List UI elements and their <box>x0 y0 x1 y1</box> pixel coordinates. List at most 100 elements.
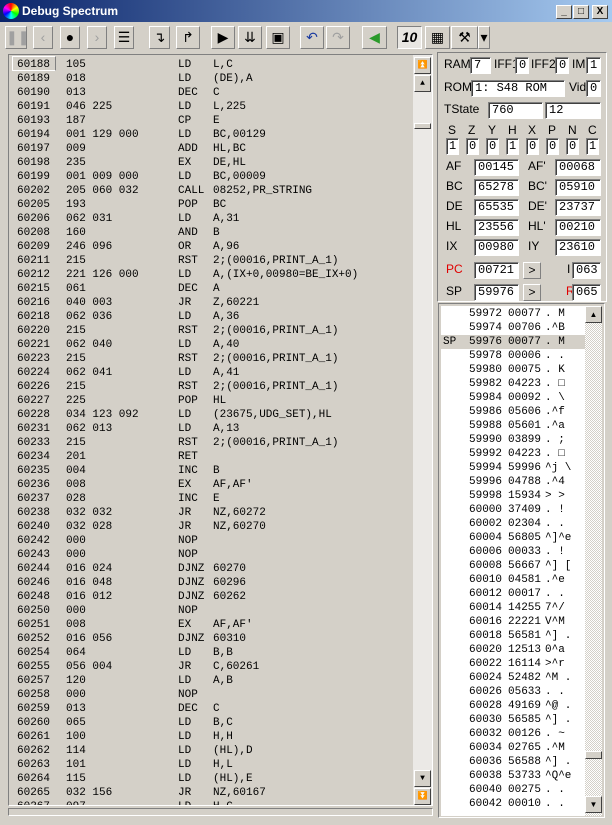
page-up-button[interactable]: ⏫ <box>414 57 431 74</box>
register-bc-alt-field[interactable]: 05910 <box>555 179 601 196</box>
disassembly-row[interactable]: 60190 013 DEC C <box>9 86 409 100</box>
rom-field[interactable]: 1: S48 ROM <box>471 80 565 97</box>
disassembly-row[interactable]: 60259 013 DEC C <box>9 702 409 716</box>
goto-sp-button[interactable]: > <box>523 284 541 301</box>
stack-row[interactable]: 60030 56585 ^] . <box>441 713 585 727</box>
disassembly-row[interactable]: 60264 115 LD (HL),E <box>9 772 409 786</box>
disassembly-row[interactable]: 60250 000 NOP <box>9 604 409 618</box>
disassembly-row[interactable]: 60263 101 LD H,L <box>9 758 409 772</box>
tools-dropdown[interactable]: ▾ <box>478 26 490 49</box>
stack-row[interactable]: 60028 49169 ^@ . <box>441 699 585 713</box>
register-af-alt-field[interactable]: 00068 <box>555 159 601 176</box>
stack-row[interactable]: 59988 05601 .^a <box>441 419 585 433</box>
disassembly-row[interactable]: 60242 000 NOP <box>9 534 409 548</box>
disassembly-row[interactable]: 60252 016 056 DJNZ 60310 <box>9 632 409 646</box>
pc-field[interactable]: 00721 <box>474 262 519 279</box>
register-af-field[interactable]: 00145 <box>474 159 519 176</box>
stack-view[interactable]: 59972 00077. M 59974 00706 .^B SP 59976 00077. … <box>441 306 585 816</box>
disassembly-row[interactable]: 60221 062 040 LD A,40 <box>9 338 409 352</box>
scroll-down-button[interactable]: ▼ <box>414 770 431 787</box>
disassembly-row[interactable]: 60235 004 INC B <box>9 464 409 478</box>
disassembly-row[interactable]: 60240 032 028 JR NZ,60270 <box>9 520 409 534</box>
stack-scrollbar[interactable]: ▲ ▼ <box>585 306 602 816</box>
run-to-button[interactable]: ⇊ <box>238 26 262 49</box>
flag-x-field[interactable]: 0 <box>526 138 539 155</box>
step-back-button[interactable]: ‹ <box>33 26 53 49</box>
disassembly-row[interactable]: 60243 000 NOP <box>9 548 409 562</box>
breakpoint-button[interactable]: ● <box>60 26 80 49</box>
disassembly-row[interactable]: 60189 018 LD (DE),A <box>9 72 409 86</box>
stack-row[interactable]: 59998 15934 > > <box>441 489 585 503</box>
stack-row[interactable]: 60042 00010. . <box>441 797 585 811</box>
scroll-thumb[interactable] <box>414 123 431 129</box>
disassembly-row[interactable]: 60265 032 156 JR NZ,60167 <box>9 786 409 800</box>
disassembly-row[interactable]: 60233 215 RST 2;(00016,PRINT_A_1) <box>9 436 409 450</box>
r-field[interactable]: 065 <box>572 284 601 301</box>
tstate-sub-field[interactable]: 12 <box>545 102 601 119</box>
disassembly-row[interactable]: 60215 061 DEC A <box>9 282 409 296</box>
tstate-field[interactable]: 760 <box>488 102 543 119</box>
disassembly-row[interactable]: 60194 001 129 000 LD BC,00129 <box>9 128 409 142</box>
flag-c-field[interactable]: 1 <box>586 138 599 155</box>
disassembly-row[interactable]: 60261 100 LD H,H <box>9 730 409 744</box>
stack-row[interactable]: 60000 37409. ! <box>441 503 585 517</box>
stack-row[interactable]: 59986 05606 .^f <box>441 405 585 419</box>
disassembly-row[interactable]: 60226 215 RST 2;(00016,PRINT_A_1) <box>9 380 409 394</box>
disassembly-row[interactable]: 60220 215 RST 2;(00016,PRINT_A_1) <box>9 324 409 338</box>
stack-row[interactable]: 59996 04788 .^4 <box>441 475 585 489</box>
disassembly-view[interactable]: 60188 105 LD L,C 60189 018 LD (DE),A 60190 013 DEC… <box>8 54 433 806</box>
disassembly-row[interactable]: 60198 235 EX DE,HL <box>9 156 409 170</box>
memory-button[interactable]: ▦ <box>425 26 450 49</box>
vid-field[interactable]: 0 <box>586 80 601 97</box>
disassembly-row[interactable]: 60262 114 LD (HL),D <box>9 744 409 758</box>
step-into-button[interactable]: ↴ <box>149 26 170 49</box>
disassembly-row[interactable]: 60257 120 LD A,B <box>9 674 409 688</box>
disassembly-row[interactable]: 60228 034 123 092 LD (23675,UDG_SET),HL <box>9 408 409 422</box>
stack-scroll-down-button[interactable]: ▼ <box>585 796 602 813</box>
disassembly-row[interactable]: 60248 016 012 DJNZ 60262 <box>9 590 409 604</box>
disassembly-row[interactable]: 60255 056 004 JR C,60261 <box>9 660 409 674</box>
stack-row[interactable]: 60024 52482 ^M . <box>441 671 585 685</box>
stack-scroll-thumb[interactable] <box>585 751 602 759</box>
disassembly-row[interactable]: 60244 016 024 DJNZ 60270 <box>9 562 409 576</box>
stack-row[interactable]: 59992 04223. □ <box>441 447 585 461</box>
decimal-mode-button[interactable]: 10 <box>397 26 422 49</box>
register-hl-alt-field[interactable]: 00210 <box>555 219 601 236</box>
disassembly-row[interactable]: 60205 193 POP BC <box>9 198 409 212</box>
register-iy-field[interactable]: 23610 <box>555 239 601 256</box>
disassembly-row[interactable]: 60206 062 031 LD A,31 <box>9 212 409 226</box>
register-hl-field[interactable]: 23556 <box>474 219 519 236</box>
sp-field[interactable]: 59976 <box>474 284 519 301</box>
ram-field[interactable]: 7 <box>470 57 491 74</box>
disassembly-row[interactable]: 60224 062 041 LD A,41 <box>9 366 409 380</box>
disassembly-row[interactable]: 60246 016 048 DJNZ 60296 <box>9 576 409 590</box>
disassembly-row[interactable]: 60251 008 EX AF,AF' <box>9 618 409 632</box>
disassembly-row[interactable]: 60197 009 ADD HL,BC <box>9 142 409 156</box>
stack-row[interactable]: 60012 00017. . <box>441 587 585 601</box>
redo-button[interactable]: ↷ <box>326 26 350 49</box>
flag-s-field[interactable]: 1 <box>446 138 459 155</box>
iff2-field[interactable]: 0 <box>555 57 569 74</box>
disassembly-row[interactable]: 60227 225 POP HL <box>9 394 409 408</box>
disassembly-row[interactable]: 60223 215 RST 2;(00016,PRINT_A_1) <box>9 352 409 366</box>
disassembly-row[interactable]: 60209 246 096 OR A,96 <box>9 240 409 254</box>
disassembly-row[interactable]: 60202 205 060 032 CALL 08252,PR_STRING <box>9 184 409 198</box>
step-over-button[interactable]: ↱ <box>176 26 200 49</box>
disassembly-row[interactable]: 60238 032 032 JR NZ,60272 <box>9 506 409 520</box>
disassembly-row[interactable]: 60236 008 EX AF,AF' <box>9 478 409 492</box>
stack-row[interactable]: 60008 56667 ^] [ <box>441 559 585 573</box>
disassembly-row[interactable]: 60193 187 CP E <box>9 114 409 128</box>
stack-row[interactable]: 59984 00092. \ <box>441 391 585 405</box>
iff1-field[interactable]: 0 <box>515 57 529 74</box>
flag-y-field[interactable]: 0 <box>486 138 499 155</box>
stack-row[interactable]: SP 59976 00077. M <box>441 335 585 349</box>
register-de-field[interactable]: 65535 <box>474 199 519 216</box>
disassembly-row[interactable]: 60260 065 LD B,C <box>9 716 409 730</box>
register-bc-field[interactable]: 65278 <box>474 179 519 196</box>
disassembly-row[interactable]: 60188 105 LD L,C <box>9 58 409 72</box>
stack-row[interactable]: 59972 00077. M <box>441 307 585 321</box>
flag-h-field[interactable]: 1 <box>506 138 519 155</box>
minimize-button[interactable]: _ <box>556 5 572 19</box>
disassembly-row[interactable]: 60211 215 RST 2;(00016,PRINT_A_1) <box>9 254 409 268</box>
step-forward-button[interactable]: › <box>87 26 107 49</box>
